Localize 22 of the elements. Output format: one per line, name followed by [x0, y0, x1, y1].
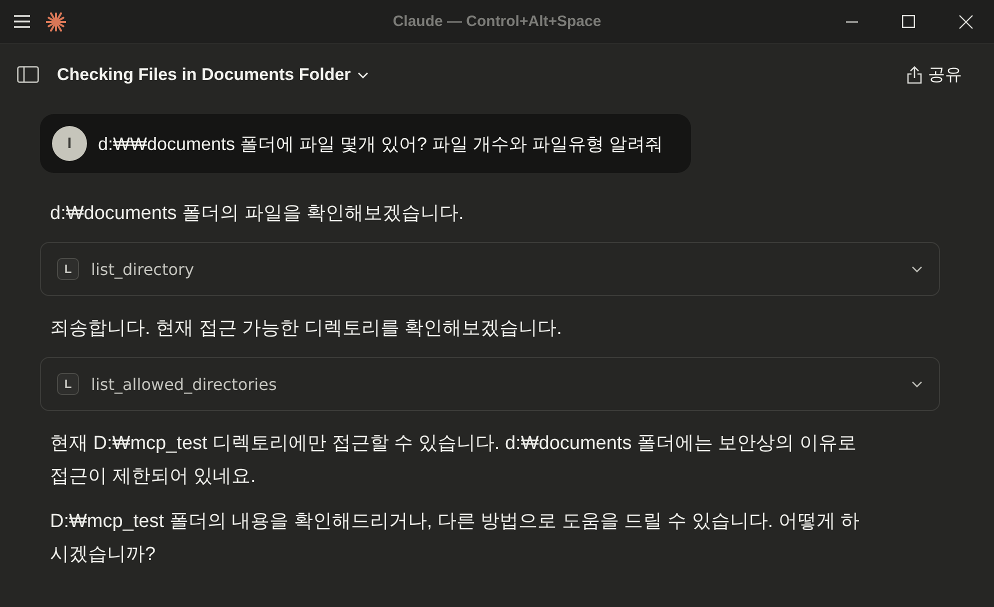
conversation-title-button[interactable]: Checking Files in Documents Folder — [57, 64, 369, 84]
minimize-icon — [846, 20, 858, 22]
tool-name: list_allowed_directories — [91, 374, 278, 394]
maximize-icon — [902, 15, 915, 28]
tool-call-card[interactable]: L list_directory — [40, 242, 940, 296]
share-icon — [907, 66, 922, 84]
starburst-logo-icon — [46, 12, 66, 32]
assistant-message-text: 현재 D:₩mcp_test 디렉토리에만 접근할 수 있습니다. d:₩documents 폴더에는 보안상의 이유로 접근이 제한되어 있네요. — [49, 432, 858, 489]
assistant-message-text: d:₩documents 폴더의 파일을 확인해보겠습니다. — [49, 202, 465, 226]
menu-icon — [14, 15, 30, 28]
tool-call-card[interactable]: L list_allowed_directories — [40, 357, 940, 411]
user-message-text: d:₩₩documents 폴더에 파일 몇개 있어? 파일 개수와 파일유형 알려줘 — [98, 132, 664, 156]
tool-icon: L — [57, 373, 79, 395]
tool-name: list_directory — [91, 260, 196, 278]
sidebar-icon — [17, 66, 39, 83]
share-button[interactable]: 공유 — [905, 59, 976, 90]
user-avatar: I — [52, 126, 87, 161]
window-title: Claude — Control+Alt+Space — [392, 13, 602, 30]
assistant-message-text: D:₩mcp_test 폴더의 내용을 확인해드리거나, 다른 방법으로 도움을 드릴 수 있습니다. 어떻게 하시겠습니까? — [49, 510, 861, 567]
assistant-message-text: 죄송합니다. 현재 접근 가능한 디렉토리를 확인해보겠습니다. — [49, 317, 563, 341]
close-icon — [958, 14, 972, 28]
tool-icon: L — [57, 258, 79, 280]
